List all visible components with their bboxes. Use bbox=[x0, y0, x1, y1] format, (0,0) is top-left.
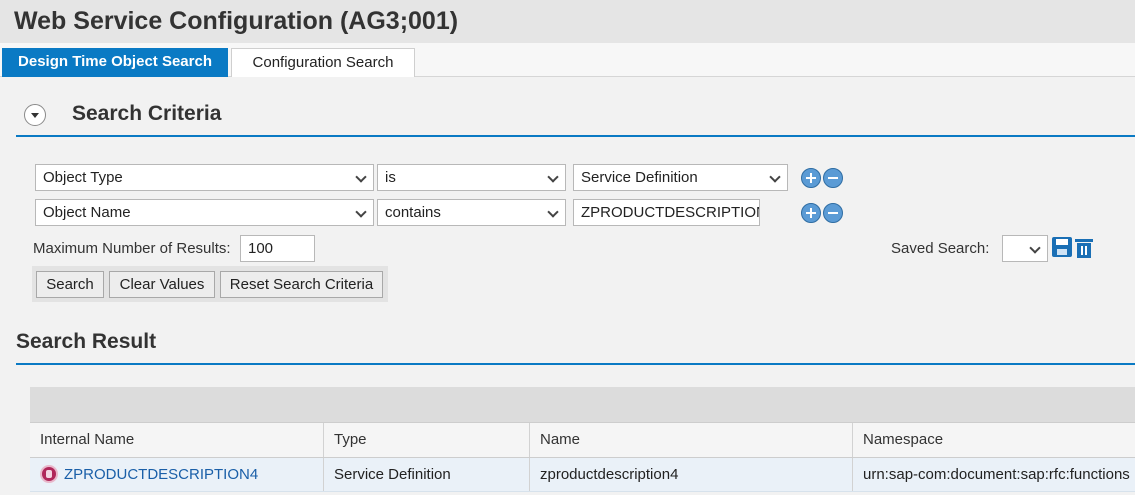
internal-name-link[interactable]: ZPRODUCTDESCRIPTION4 bbox=[64, 466, 258, 483]
chevron-down-icon bbox=[547, 171, 559, 183]
max-results-label: Maximum Number of Results: bbox=[33, 240, 231, 257]
criteria-value-input-2[interactable]: ZPRODUCTDESCRIPTION bbox=[573, 199, 760, 226]
service-definition-icon bbox=[40, 464, 58, 483]
criteria-value-1: Service Definition bbox=[581, 169, 698, 186]
tab-design-time-object-search[interactable]: Design Time Object Search bbox=[2, 48, 228, 77]
criteria-field-value-1: Object Type bbox=[43, 169, 123, 186]
remove-row-icon[interactable] bbox=[823, 203, 843, 223]
title-bar: Web Service Configuration (AG3;001) bbox=[0, 0, 1135, 43]
criteria-value-select-1[interactable]: Service Definition bbox=[573, 164, 788, 191]
table-toolbar bbox=[30, 387, 1135, 422]
search-result-header: Search Result bbox=[16, 327, 1135, 365]
column-header-internal-name[interactable]: Internal Name bbox=[30, 423, 324, 457]
remove-row-icon[interactable] bbox=[823, 168, 843, 188]
tab-configuration-search[interactable]: Configuration Search bbox=[231, 48, 415, 77]
chevron-down-icon bbox=[355, 206, 367, 218]
chevron-down-icon bbox=[769, 171, 781, 183]
delete-icon[interactable] bbox=[1075, 239, 1093, 258]
collapse-toggle-icon[interactable] bbox=[24, 104, 46, 126]
add-row-icon[interactable] bbox=[801, 168, 821, 188]
search-criteria-title: Search Criteria bbox=[72, 102, 222, 125]
column-header-namespace[interactable]: Namespace bbox=[853, 423, 1135, 457]
page-title: Web Service Configuration (AG3;001) bbox=[14, 7, 459, 35]
criteria-operator-value-1: is bbox=[385, 169, 396, 186]
criteria-operator-select-1[interactable]: is bbox=[377, 164, 566, 191]
saved-search-label: Saved Search: bbox=[891, 240, 990, 257]
criteria-field-select-2[interactable]: Object Name bbox=[35, 199, 374, 226]
tab-strip: Design Time Object Search Configuration … bbox=[0, 43, 1135, 77]
criteria-field-value-2: Object Name bbox=[43, 204, 131, 221]
criteria-field-select-1[interactable]: Object Type bbox=[35, 164, 374, 191]
saved-search-select[interactable] bbox=[1002, 235, 1048, 262]
criteria-operator-select-2[interactable]: contains bbox=[377, 199, 566, 226]
cell-type: Service Definition bbox=[324, 458, 530, 491]
column-header-type[interactable]: Type bbox=[324, 423, 530, 457]
table-row[interactable]: ZPRODUCTDESCRIPTION4 Service Definition … bbox=[30, 458, 1135, 492]
max-results-input[interactable]: 100 bbox=[240, 235, 315, 262]
search-criteria-header: Search Criteria bbox=[16, 97, 1135, 137]
column-header-name[interactable]: Name bbox=[530, 423, 853, 457]
cell-namespace: urn:sap-com:document:sap:rfc:functions bbox=[863, 466, 1130, 483]
clear-values-button[interactable]: Clear Values bbox=[109, 271, 215, 298]
reset-search-criteria-button[interactable]: Reset Search Criteria bbox=[220, 271, 383, 298]
table-header: Internal Name Type Name Namespace bbox=[30, 422, 1135, 458]
save-icon[interactable] bbox=[1052, 237, 1072, 257]
chevron-down-icon bbox=[355, 171, 367, 183]
search-button-bar: Search Clear Values Reset Search Criteri… bbox=[32, 266, 388, 302]
main-content: Search Criteria Object Type is Service D… bbox=[0, 77, 1135, 495]
cell-internal-name: ZPRODUCTDESCRIPTION4 bbox=[30, 458, 324, 491]
search-button[interactable]: Search bbox=[36, 271, 104, 298]
search-result-title: Search Result bbox=[16, 330, 157, 353]
cell-name: zproductdescription4 bbox=[530, 458, 853, 491]
criteria-operator-value-2: contains bbox=[385, 204, 441, 221]
chevron-down-icon bbox=[547, 206, 559, 218]
add-row-icon[interactable] bbox=[801, 203, 821, 223]
chevron-down-icon bbox=[1029, 242, 1041, 254]
